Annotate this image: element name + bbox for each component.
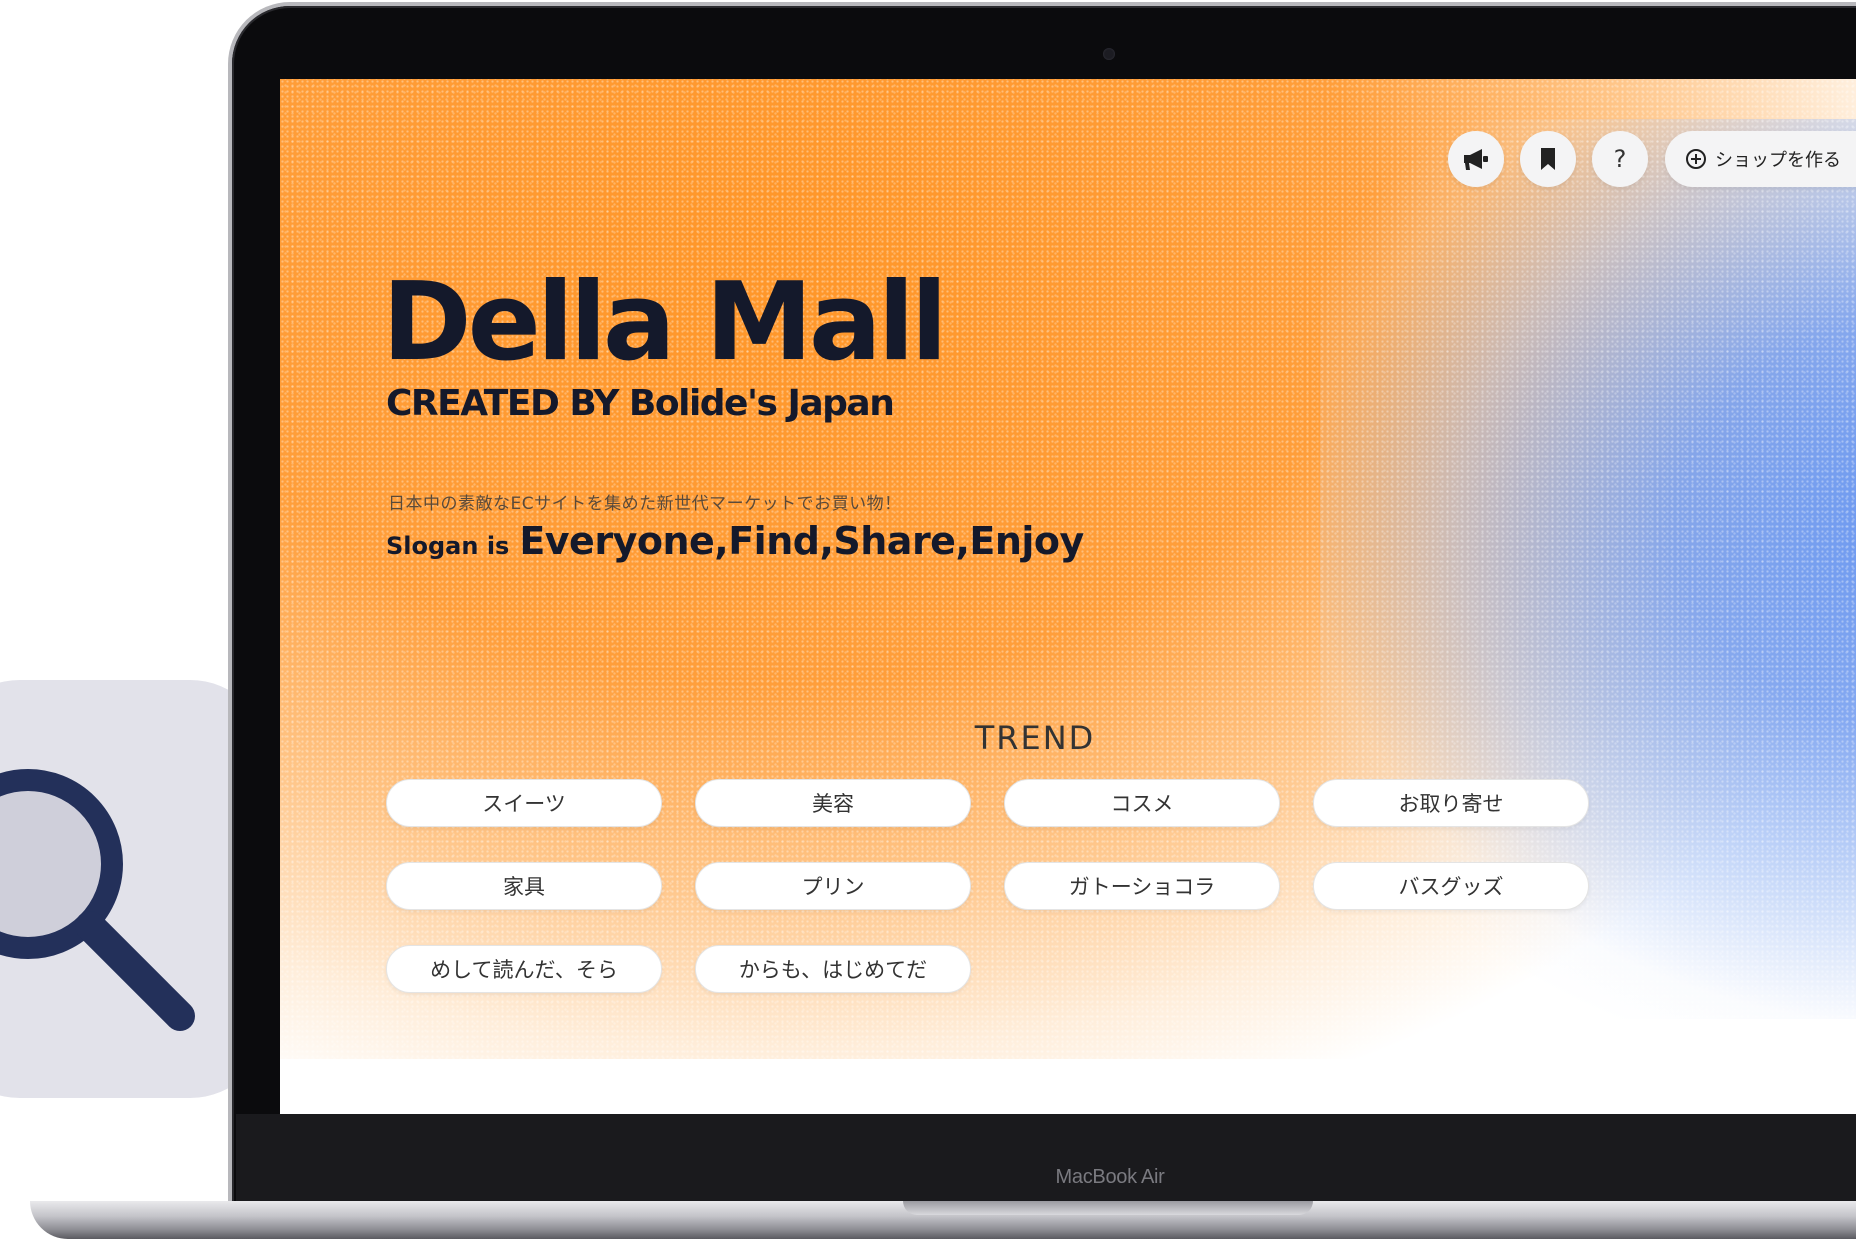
trend-tag-bath-goods[interactable]: バスグッズ — [1313, 862, 1589, 910]
announcement-button[interactable] — [1448, 131, 1504, 187]
browser-screen: ? ショップを作る Della Mall CREATED BY Bolide's… — [280, 79, 1856, 1114]
laptop-model-label: MacBook Air — [1055, 1166, 1165, 1188]
trend-tag-cosmetics[interactable]: コスメ — [1004, 779, 1280, 827]
trend-tag-beauty[interactable]: 美容 — [695, 779, 971, 827]
laptop-chin — [236, 1114, 1856, 1204]
trend-tag-pudding[interactable]: プリン — [695, 862, 971, 910]
hero-subtitle: CREATED BY Bolide's Japan — [386, 383, 895, 424]
page: ? ショップを作る Della Mall CREATED BY Bolide's… — [0, 0, 1856, 1249]
hero-tagline: 日本中の素敵なECサイトを集めた新世代マーケットでお買い物！ — [388, 494, 902, 514]
search-illustration — [0, 680, 270, 1098]
trend-tag-gateau-chocolat[interactable]: ガトーショコラ — [1004, 862, 1280, 910]
trend-tag-furniture[interactable]: 家具 — [386, 862, 662, 910]
camera-icon — [1103, 48, 1115, 60]
trend-tag-book-2[interactable]: からも、はじめてだ — [695, 945, 971, 993]
laptop-hinge-notch — [903, 1201, 1313, 1215]
bookmark-button[interactable] — [1520, 131, 1576, 187]
slogan-prefix: Slogan is — [386, 532, 510, 560]
megaphone-icon — [1464, 149, 1488, 170]
slogan: Slogan is Everyone,Find,Share,Enjoy — [386, 519, 1084, 563]
create-shop-button[interactable]: ショップを作る — [1665, 131, 1856, 187]
plus-circle-icon — [1686, 149, 1706, 169]
trend-tag-sweets[interactable]: スイーツ — [386, 779, 662, 827]
help-button[interactable]: ? — [1592, 131, 1648, 187]
question-icon: ? — [1613, 145, 1627, 173]
trend-heading: TREND — [974, 719, 1096, 757]
magnifier-icon — [0, 769, 195, 1031]
create-shop-label: ショップを作る — [1715, 150, 1841, 171]
trend-tag-book-1[interactable]: めして読んだ、そら — [386, 945, 662, 993]
hero-title: Della Mall — [382, 260, 948, 385]
bookmark-icon — [1541, 148, 1555, 170]
slogan-text: Everyone,Find,Share,Enjoy — [519, 519, 1084, 563]
trend-tag-mail-order[interactable]: お取り寄せ — [1313, 779, 1589, 827]
